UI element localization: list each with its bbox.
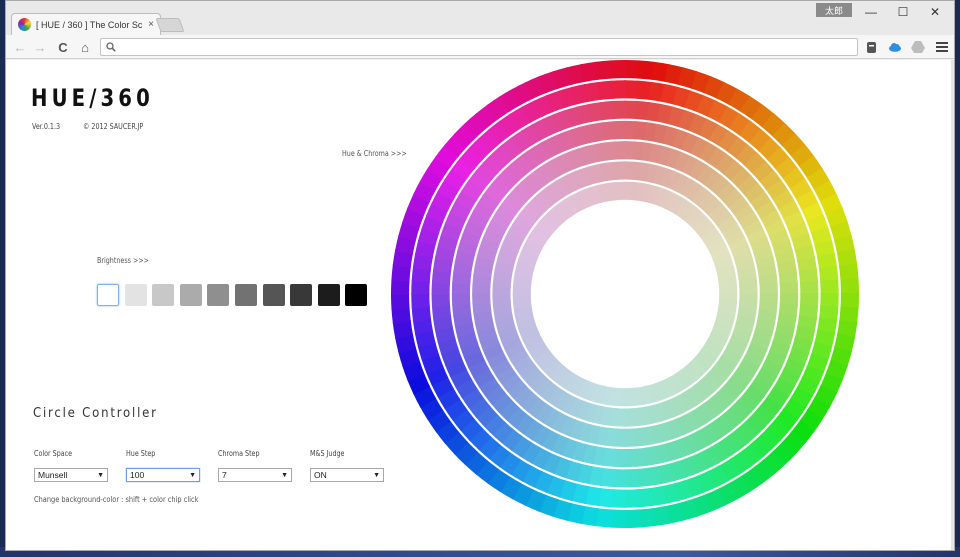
minimize-button[interactable]: — bbox=[856, 3, 886, 21]
drive-icon[interactable] bbox=[910, 39, 926, 55]
hue-step-value: 100 bbox=[130, 470, 145, 480]
color-chip[interactable] bbox=[609, 60, 627, 79]
title-bar: [ HUE / 360 ] The Color Sc × 太郎 — ☐ ✕ bbox=[6, 1, 954, 35]
color-space-label: Color Space bbox=[34, 449, 73, 458]
brightness-swatch[interactable] bbox=[124, 284, 147, 306]
color-space-select[interactable]: Munsell ▼ bbox=[34, 468, 108, 482]
color-chip[interactable] bbox=[624, 489, 640, 508]
brightness-swatch[interactable] bbox=[97, 284, 119, 306]
brightness-swatch[interactable] bbox=[262, 284, 285, 306]
color-chip[interactable] bbox=[431, 293, 451, 307]
menu-icon[interactable] bbox=[934, 39, 950, 55]
color-chip[interactable] bbox=[799, 281, 819, 295]
search-icon bbox=[106, 42, 116, 52]
color-chip[interactable] bbox=[840, 278, 859, 296]
browser-toolbar: ← → C ⌂ bbox=[6, 35, 954, 59]
copyright-label: © 2012 SAUCER.JP bbox=[83, 122, 144, 131]
brightness-link[interactable]: Brightness >>> bbox=[97, 256, 149, 265]
browser-window: [ HUE / 360 ] The Color Sc × 太郎 — ☐ ✕ ← … bbox=[5, 0, 955, 551]
hue-step-select[interactable]: 100 ▼ bbox=[126, 468, 200, 482]
scrollbar[interactable] bbox=[951, 60, 954, 550]
color-chip[interactable] bbox=[617, 181, 626, 201]
profile-badge[interactable]: 太郎 bbox=[816, 3, 852, 17]
forward-arrow-icon[interactable]: → bbox=[32, 39, 48, 55]
tab-close-icon[interactable]: × bbox=[148, 19, 154, 30]
wheel-center bbox=[533, 202, 717, 386]
brightness-swatch[interactable] bbox=[290, 284, 313, 306]
chroma-step-value: 7 bbox=[222, 470, 227, 480]
dropdown-arrow-icon: ▼ bbox=[97, 471, 104, 479]
hue-step-label: Hue Step bbox=[126, 449, 156, 458]
color-chip[interactable] bbox=[612, 100, 626, 120]
color-chip[interactable] bbox=[613, 120, 626, 140]
ms-judge-value: ON bbox=[314, 470, 327, 480]
brightness-swatch[interactable] bbox=[179, 284, 202, 306]
version-label: Ver.0.1.3 bbox=[32, 122, 61, 131]
cloud-icon[interactable] bbox=[887, 39, 903, 55]
color-chip[interactable] bbox=[779, 282, 799, 295]
reload-icon[interactable]: C bbox=[55, 39, 71, 55]
dropdown-arrow-icon: ▼ bbox=[281, 471, 288, 479]
color-chip[interactable] bbox=[616, 161, 626, 180]
color-chip[interactable] bbox=[614, 141, 626, 160]
dropdown-arrow-icon: ▼ bbox=[189, 471, 196, 479]
color-chip[interactable] bbox=[624, 408, 634, 427]
color-chip[interactable] bbox=[820, 279, 839, 295]
address-bar[interactable] bbox=[100, 38, 858, 56]
ms-judge-select[interactable]: ON ▼ bbox=[310, 468, 384, 482]
color-space-value: Munsell bbox=[38, 470, 68, 480]
hint-text: Change background-color : shift + color … bbox=[34, 495, 199, 504]
color-chip[interactable] bbox=[624, 428, 636, 447]
tab-title: [ HUE / 360 ] The Color Sc bbox=[36, 19, 143, 30]
url-input[interactable] bbox=[120, 40, 857, 54]
back-arrow-icon[interactable]: ← bbox=[12, 39, 28, 55]
color-wheel[interactable] bbox=[391, 60, 859, 528]
color-chip[interactable] bbox=[718, 286, 738, 295]
brightness-swatch[interactable] bbox=[235, 284, 257, 306]
color-chip[interactable] bbox=[610, 80, 626, 99]
color-chip[interactable] bbox=[472, 293, 491, 305]
circle-controller-title: Circle Controller bbox=[33, 406, 158, 421]
color-chip[interactable] bbox=[411, 293, 430, 309]
color-chip[interactable] bbox=[451, 293, 471, 306]
color-chip[interactable] bbox=[391, 292, 410, 310]
color-chip[interactable] bbox=[624, 468, 638, 488]
close-button[interactable]: ✕ bbox=[920, 3, 950, 21]
dropdown-arrow-icon: ▼ bbox=[373, 471, 380, 479]
page-viewport: HUE/360 Ver.0.1.3 © 2012 SAUCER.JP Hue &… bbox=[6, 60, 953, 550]
browser-tab[interactable]: [ HUE / 360 ] The Color Sc × bbox=[11, 13, 161, 35]
new-tab-button[interactable] bbox=[155, 18, 185, 32]
maximize-button[interactable]: ☐ bbox=[888, 3, 918, 21]
home-icon[interactable]: ⌂ bbox=[77, 39, 93, 55]
color-chip[interactable] bbox=[624, 387, 633, 407]
brightness-swatch[interactable] bbox=[317, 284, 340, 306]
chroma-step-label: Chroma Step bbox=[218, 449, 260, 458]
brightness-swatch[interactable] bbox=[345, 284, 368, 306]
color-chip[interactable] bbox=[624, 448, 637, 468]
color-chip[interactable] bbox=[492, 293, 511, 303]
color-chip[interactable] bbox=[739, 285, 758, 295]
evernote-icon[interactable] bbox=[863, 39, 879, 55]
chroma-step-select[interactable]: 7 ▼ bbox=[218, 468, 292, 482]
color-chip[interactable] bbox=[623, 509, 641, 528]
color-chip[interactable] bbox=[512, 293, 532, 302]
brightness-swatch[interactable] bbox=[207, 284, 230, 306]
brightness-swatch[interactable] bbox=[152, 284, 175, 306]
favicon-icon bbox=[18, 18, 31, 31]
color-chip[interactable] bbox=[759, 283, 778, 295]
ms-judge-label: M&S Judge bbox=[310, 449, 345, 458]
page-title: HUE/360 bbox=[31, 84, 154, 112]
